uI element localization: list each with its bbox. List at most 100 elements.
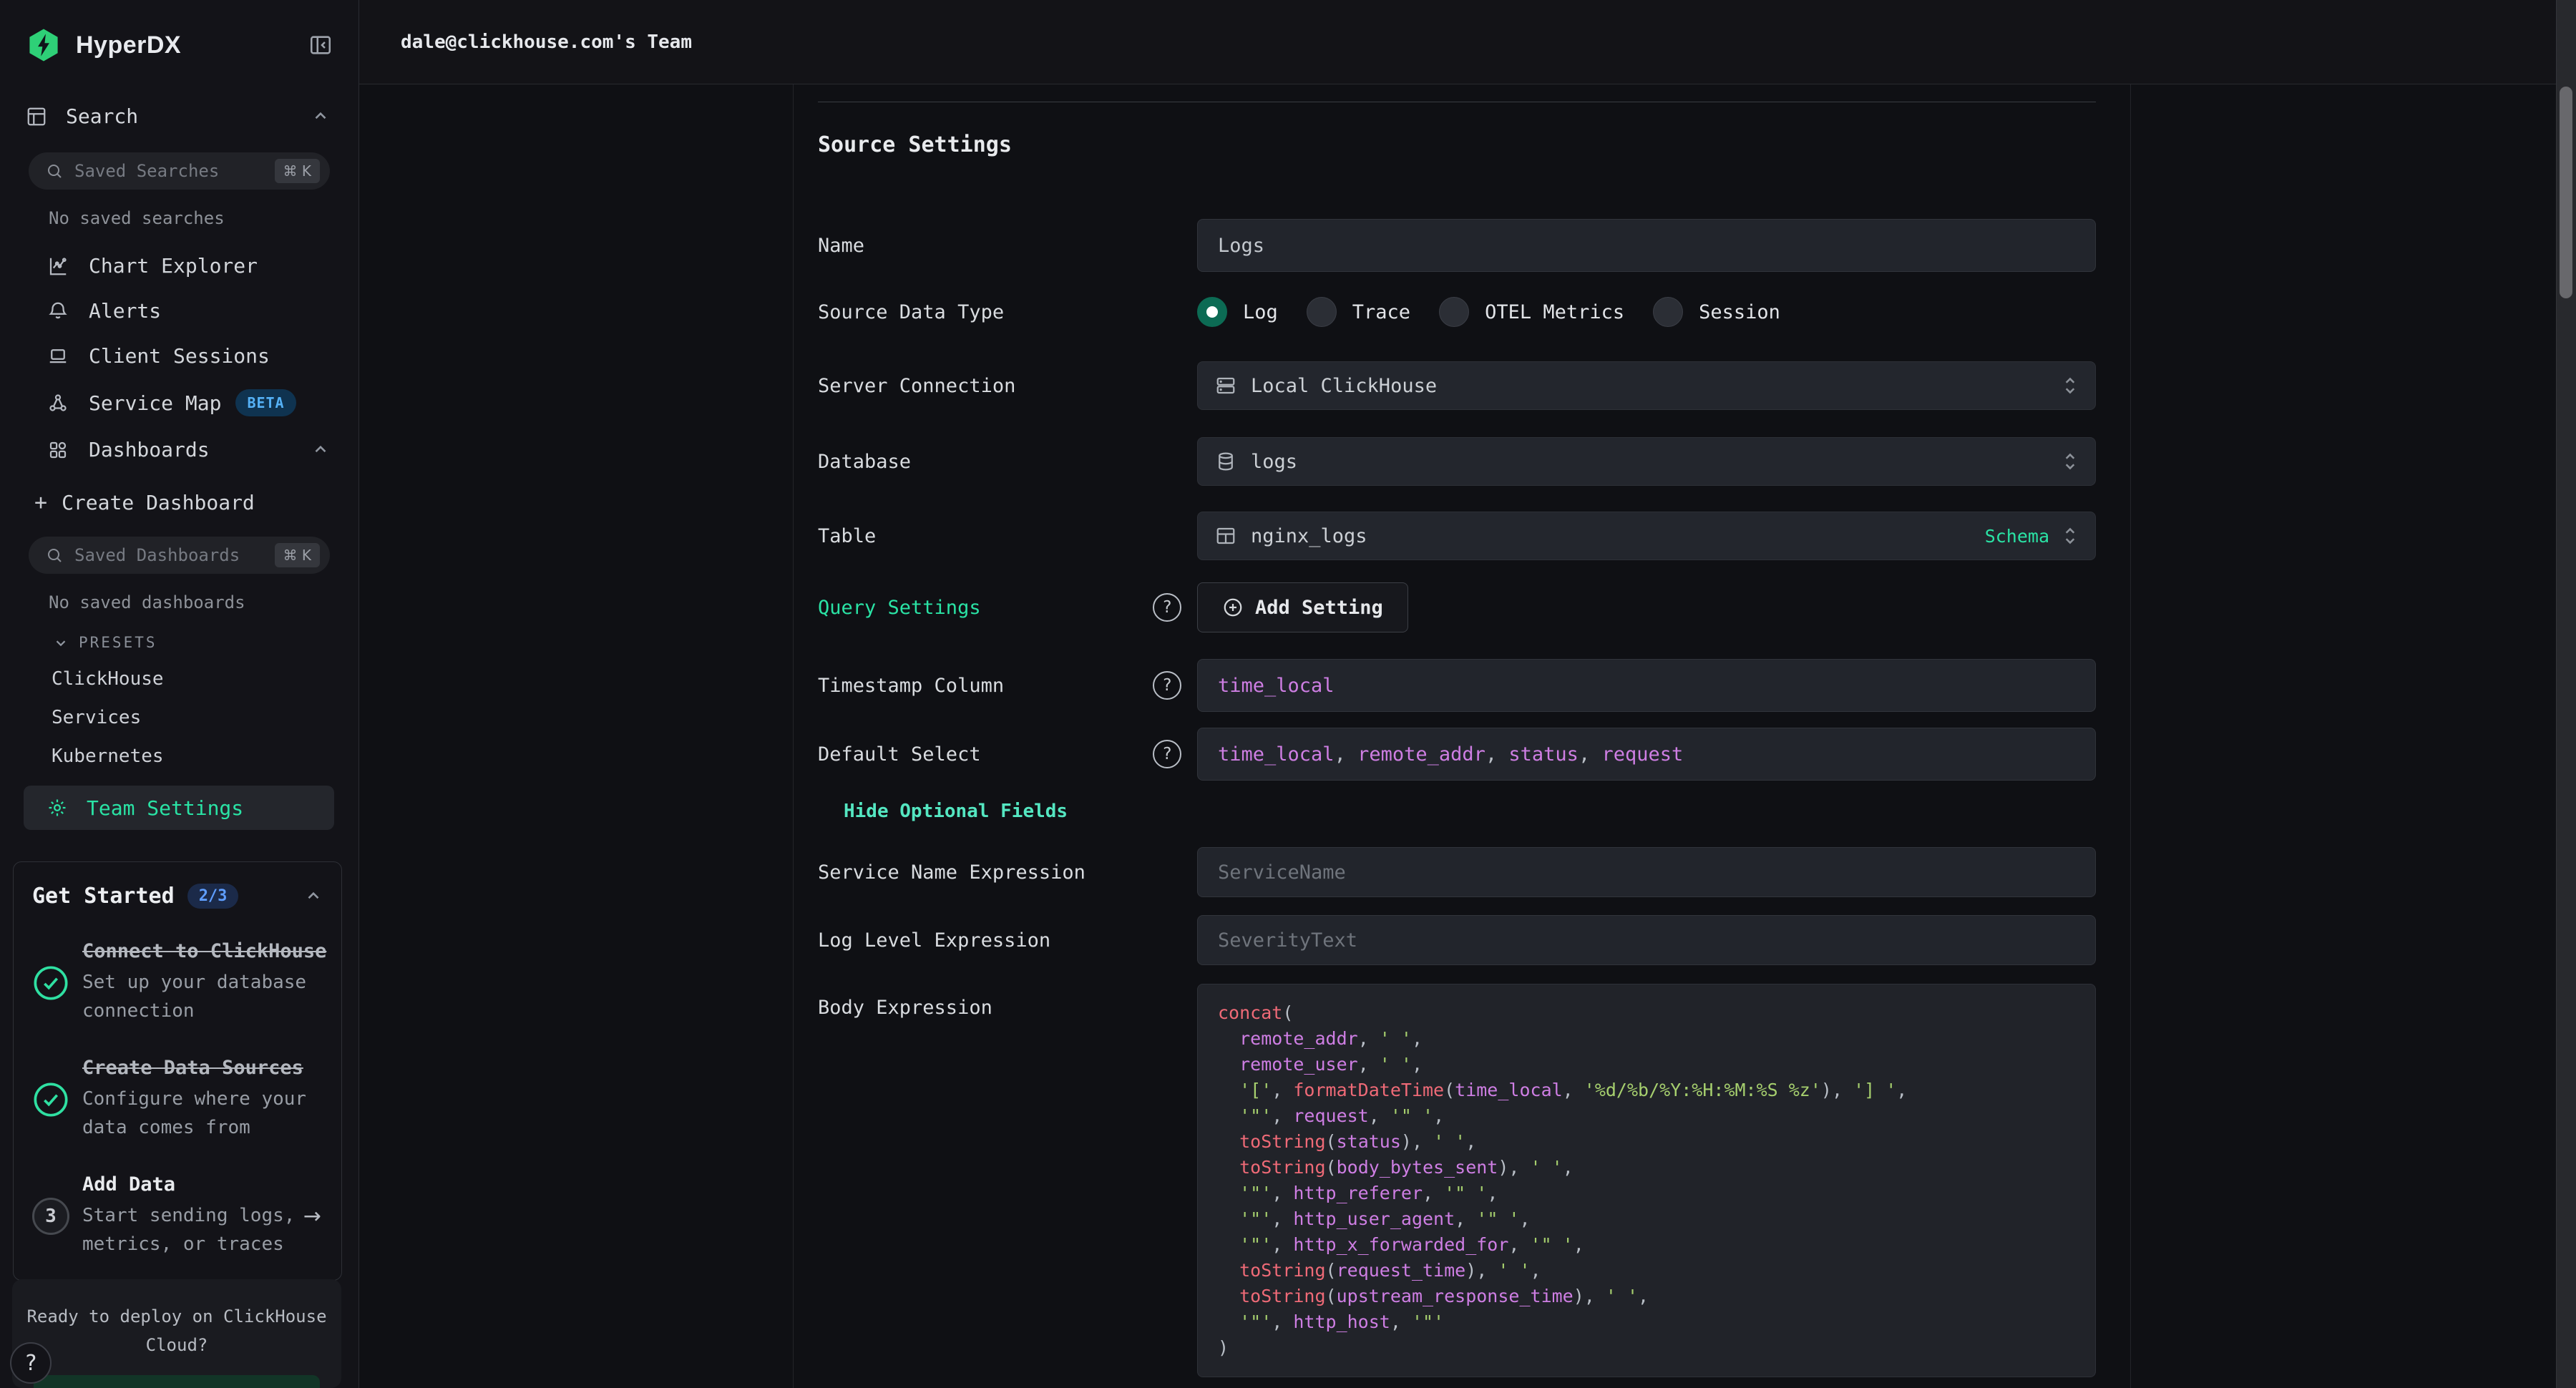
- laptop-icon: [47, 346, 69, 367]
- query-settings-label: Query Settings: [818, 597, 981, 619]
- timestamp-column-label: Timestamp Column: [818, 675, 1004, 697]
- source-settings-panel: Source Settings Name Source Data Type: [793, 84, 2131, 1388]
- saved-dashboards-input[interactable]: Saved Dashboards ⌘ K: [29, 537, 330, 574]
- arrow-right-icon: →: [303, 1203, 321, 1228]
- server-connection-label: Server Connection: [818, 375, 1015, 397]
- database-label: Database: [818, 451, 911, 473]
- shortcut-badge: ⌘ K: [275, 159, 320, 183]
- radio-trace[interactable]: Trace: [1307, 297, 1410, 327]
- radio-dot: [1307, 297, 1337, 327]
- help-icon[interactable]: ?: [1153, 593, 1181, 622]
- brand-name: HyperDX: [76, 31, 308, 59]
- service-name-expression-label: Service Name Expression: [818, 861, 1085, 884]
- preset-clickhouse[interactable]: ClickHouse: [52, 668, 358, 690]
- name-input[interactable]: [1197, 219, 2096, 272]
- sidebar-item-client-sessions[interactable]: Client Sessions: [47, 344, 330, 368]
- chevron-updown-icon: [2061, 449, 2079, 474]
- row-service-name-expression: Service Name Expression: [818, 847, 2096, 897]
- database-icon: [1215, 451, 1236, 472]
- magnifier-icon: [46, 547, 63, 564]
- chevron-up-icon[interactable]: [311, 441, 330, 459]
- create-dashboard-button[interactable]: + Create Dashboard: [34, 490, 330, 515]
- get-started-step-connect[interactable]: Connect to ClickHouse Set up your databa…: [32, 940, 323, 1025]
- chevron-down-icon: [53, 635, 69, 650]
- log-level-expression-input[interactable]: [1197, 915, 2096, 965]
- chevron-updown-icon: [2061, 373, 2079, 398]
- hide-optional-fields-button[interactable]: Hide Optional Fields: [844, 801, 1068, 822]
- plus-icon: +: [34, 490, 47, 515]
- clickhouse-cloud-promo: Ready to deploy on ClickHouse Cloud? Get…: [12, 1279, 341, 1388]
- server-icon: [1215, 375, 1236, 396]
- body-expression-code[interactable]: concat( remote_addr, ' ', remote_user, '…: [1197, 984, 2096, 1377]
- radio-otel-metrics[interactable]: OTEL Metrics: [1439, 297, 1624, 327]
- chevron-up-icon[interactable]: [311, 107, 330, 126]
- sidebar-collapse-icon[interactable]: [308, 33, 333, 57]
- source-settings-form: Name Source Data Type Log: [794, 219, 2130, 1377]
- preset-kubernetes[interactable]: Kubernetes: [52, 746, 358, 767]
- add-setting-button[interactable]: Add Setting: [1197, 582, 1408, 632]
- database-select[interactable]: logs: [1197, 437, 2096, 486]
- sidebar: HyperDX Search Saved Searches ⌘ K No: [0, 0, 359, 1388]
- sidebar-section-search[interactable]: Search: [26, 104, 330, 128]
- help-button[interactable]: ?: [10, 1342, 52, 1384]
- team-title: dale@clickhouse.com's Team: [401, 31, 692, 53]
- logo-row: HyperDX: [0, 0, 358, 63]
- circle-plus-icon: [1222, 597, 1244, 618]
- row-timestamp-column: Timestamp Column ? time_local: [818, 659, 2096, 712]
- scrollbar-track[interactable]: [2556, 0, 2576, 1388]
- row-server-connection: Server Connection Local ClickHouse: [818, 361, 2096, 410]
- timestamp-column-input[interactable]: time_local: [1197, 659, 2096, 712]
- sidebar-item-alerts[interactable]: Alerts: [47, 299, 330, 323]
- get-started-free-button[interactable]: Get Started for Free: [34, 1375, 320, 1388]
- log-level-expression-label: Log Level Expression: [818, 929, 1050, 952]
- radio-dot: [1197, 297, 1227, 327]
- search-section-icon: [26, 106, 47, 127]
- no-saved-searches-text: No saved searches: [49, 208, 358, 228]
- body-expression-label: Body Expression: [818, 997, 992, 1019]
- help-icon[interactable]: ?: [1153, 740, 1181, 768]
- get-started-step-add-data[interactable]: 3 Add Data Start sending logs, metrics, …: [32, 1173, 323, 1259]
- beta-badge: BETA: [235, 389, 296, 416]
- default-select-input[interactable]: time_local, remote_addr, status, request: [1197, 728, 2096, 781]
- get-started-progress-badge: 2/3: [187, 884, 239, 909]
- get-started-title: Get Started: [32, 884, 175, 909]
- server-connection-select[interactable]: Local ClickHouse: [1197, 361, 2096, 410]
- hyperdx-logo-icon: [26, 27, 62, 63]
- default-select-label: Default Select: [818, 743, 981, 766]
- step-number-badge: 3: [32, 1198, 69, 1235]
- help-icon[interactable]: ?: [1153, 671, 1181, 700]
- row-table: Table nginx_logs Schema: [818, 512, 2096, 560]
- get-started-step-sources[interactable]: Create Data Sources Configure where your…: [32, 1057, 323, 1142]
- chevron-up-icon[interactable]: [304, 887, 323, 906]
- schema-link[interactable]: Schema: [1985, 526, 2049, 547]
- check-circle-icon: [32, 1081, 69, 1118]
- row-database: Database logs: [818, 437, 2096, 486]
- presets-header[interactable]: PRESETS: [53, 634, 358, 651]
- row-default-select: Default Select ? time_local, remote_addr…: [818, 728, 2096, 781]
- sidebar-item-team-settings[interactable]: Team Settings: [24, 786, 334, 830]
- sidebar-item-service-map[interactable]: Service Map BETA: [47, 389, 330, 416]
- row-log-level-expression: Log Level Expression: [818, 915, 2096, 965]
- row-body-expression: Body Expression concat( remote_addr, ' '…: [818, 984, 2096, 1377]
- main-area: dale@clickhouse.com's Team Source Settin…: [359, 0, 2576, 1388]
- radio-session[interactable]: Session: [1653, 297, 1780, 327]
- row-name: Name: [818, 219, 2096, 272]
- scrollbar-thumb[interactable]: [2560, 87, 2572, 298]
- page-title: Source Settings: [818, 132, 2130, 157]
- table-label: Table: [818, 525, 876, 547]
- chart-explorer-icon: [47, 255, 69, 277]
- radio-dot: [1439, 297, 1469, 327]
- radio-log[interactable]: Log: [1197, 297, 1278, 327]
- saved-searches-input[interactable]: Saved Searches ⌘ K: [29, 152, 330, 190]
- get-started-card: Get Started 2/3 Connect to ClickHouse Se…: [13, 861, 342, 1281]
- service-map-icon: [47, 392, 69, 414]
- radio-dot: [1653, 297, 1683, 327]
- sidebar-item-chart-explorer[interactable]: Chart Explorer: [47, 254, 330, 278]
- service-name-expression-input[interactable]: [1197, 847, 2096, 897]
- sidebar-item-dashboards[interactable]: Dashboards: [47, 438, 330, 461]
- bell-icon: [47, 300, 69, 322]
- table-select[interactable]: nginx_logs Schema: [1197, 512, 2096, 560]
- source-data-type-label: Source Data Type: [818, 301, 1004, 323]
- preset-services[interactable]: Services: [52, 707, 358, 728]
- row-query-settings: Query Settings ? Add Setting: [818, 582, 2096, 632]
